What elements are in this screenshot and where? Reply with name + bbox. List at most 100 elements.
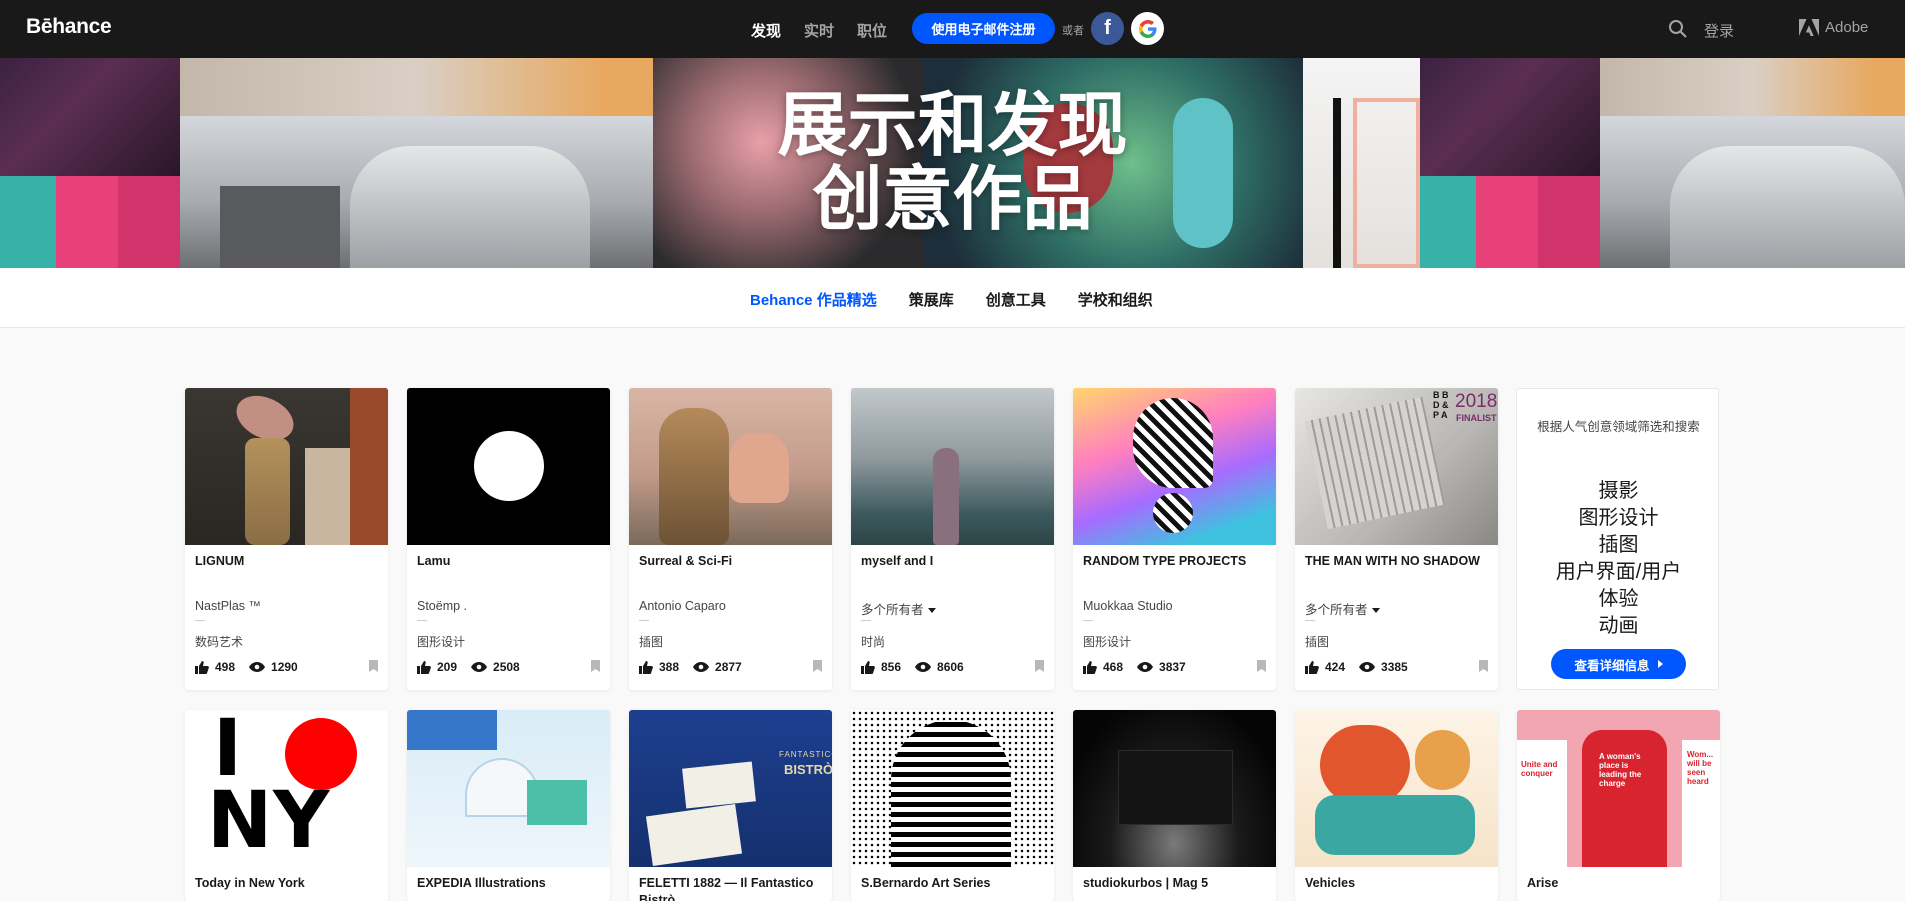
nav-live[interactable]: 实时 [804,20,834,41]
filter-intro-text: 根据人气创意领域筛选和搜索 [1537,420,1700,434]
cover-shape [891,720,1011,867]
search-icon[interactable] [1668,19,1688,39]
cover-shape [305,448,350,545]
bookmark-icon[interactable] [591,660,600,672]
project-title[interactable]: LIGNUM [195,553,381,570]
login-link[interactable]: 登录 [1704,20,1734,41]
bookmark-icon[interactable] [1257,660,1266,672]
project-cover-image[interactable] [1073,710,1276,867]
project-title[interactable]: Vehicles [1305,875,1491,892]
project-cover-image[interactable] [851,388,1054,545]
views-icon [1137,662,1154,672]
project-card[interactable]: Vehicles [1295,710,1498,901]
field-link-graphic-design[interactable]: 图形设计 [1517,505,1720,532]
project-title[interactable]: Arise [1527,875,1713,892]
project-card[interactable]: myself and I 多个所有者 时尚 856 8606 [851,388,1054,690]
project-title[interactable]: Today in New York [195,875,381,892]
project-field[interactable]: 插图 [1305,633,1329,650]
project-field[interactable]: 时尚 [861,633,885,650]
behance-logo[interactable]: Bēhance [26,15,112,39]
project-card[interactable]: EXPEDIA Illustrations [407,710,610,901]
project-card[interactable]: I N Y Today in New York [185,710,388,901]
view-details-button[interactable]: 查看详细信息 [1551,649,1686,679]
project-cover-image[interactable] [185,388,388,545]
project-title[interactable]: myself and I [861,553,1047,570]
project-owner[interactable]: NastPlas ™ [195,599,261,613]
nav-jobs[interactable]: 职位 [857,20,887,41]
bookmark-icon[interactable] [813,660,822,672]
tab-behance-featured[interactable]: Behance 作品精选 [750,289,877,310]
project-cover-image[interactable] [629,388,832,545]
project-stats: 209 2508 [417,660,520,674]
google-signup-button[interactable] [1131,12,1164,45]
tab-schools-orgs[interactable]: 学校和组织 [1078,289,1153,310]
project-card[interactable]: RANDOM TYPE PROJECTS Muokkaa Studio 图形设计… [1073,388,1276,690]
appreciation-count: 388 [659,660,680,674]
project-cover-image[interactable] [407,710,610,867]
project-owner-menu[interactable]: 多个所有者 [1305,599,1380,618]
tab-curated-galleries[interactable]: 策展库 [909,289,954,310]
or-label: 或者 [1062,25,1084,37]
google-icon [1138,19,1156,38]
field-link-illustration[interactable]: 插图 [1517,532,1720,559]
project-owner-menu[interactable]: 多个所有者 [861,599,936,618]
project-field[interactable]: 图形设计 [417,633,465,650]
cover-circle-shape [474,431,544,501]
project-cover-image[interactable]: FANTASTICO BISTRÒ [629,710,832,867]
facebook-signup-button[interactable]: f [1091,12,1124,45]
project-title[interactable]: RANDOM TYPE PROJECTS [1083,553,1269,570]
project-cover-image[interactable]: B B D & P A 2018 FINALIST [1295,388,1498,545]
field-link-ui-ux[interactable]: 用户界面/用户 [1517,559,1720,586]
project-card[interactable]: LIGNUM NastPlas ™ 数码艺术 498 1290 [185,388,388,690]
project-owner[interactable]: Muokkaa Studio [1083,599,1173,613]
project-title[interactable]: THE MAN WITH NO SHADOW [1305,553,1491,570]
ny-letter: N [207,776,273,866]
project-field[interactable]: 图形设计 [1083,633,1131,650]
project-cover-image[interactable] [1073,388,1276,545]
bookmark-icon[interactable] [1035,660,1044,672]
project-title[interactable]: Surreal & Sci-Fi [639,553,825,570]
project-field[interactable]: 插图 [639,633,663,650]
project-cover-image[interactable] [851,710,1054,867]
project-card[interactable]: B B D & P A 2018 FINALIST THE MAN WITH N… [1295,388,1498,690]
views-icon [693,662,710,672]
project-cover-image[interactable] [1295,710,1498,867]
field-link-photography[interactable]: 摄影 [1517,478,1720,505]
project-card[interactable]: FANTASTICO BISTRÒ FELETTI 1882 — Il Fant… [629,710,832,901]
bookmark-icon[interactable] [1479,660,1488,672]
adobe-link[interactable]: Adobe [1799,19,1868,36]
project-card[interactable]: Lamu Stoëmp . 图形设计 209 2508 [407,388,610,690]
project-field[interactable]: 数码艺术 [195,633,243,650]
badge-text: A [1441,410,1448,420]
project-card[interactable]: studiokurbos | Mag 5 [1073,710,1276,901]
project-card[interactable]: S.Bernardo Art Series [851,710,1054,901]
email-signup-button[interactable]: 使用电子邮件注册 [912,13,1055,44]
views-icon [1359,662,1376,672]
cover-shirt-shape [1582,730,1667,867]
project-title[interactable]: S.Bernardo Art Series [861,875,1047,892]
field-link-ux-cont[interactable]: 体验 [1517,586,1720,613]
project-card[interactable]: Surreal & Sci-Fi Antonio Caparo 插图 388 2… [629,388,832,690]
cover-shape [1133,398,1213,488]
project-card[interactable]: Unite and conquer A woman's place is lea… [1517,710,1720,901]
project-cover-image[interactable]: Unite and conquer A woman's place is lea… [1517,710,1720,867]
project-title[interactable]: studiokurbos | Mag 5 [1083,875,1269,892]
hero-title-line-2: 创意作品 [812,158,1093,240]
nav-discover[interactable]: 发现 [751,20,781,41]
bookmark-icon[interactable] [369,660,378,672]
cover-shape [1320,725,1410,805]
badge-text: & [1442,400,1449,410]
project-cover-image[interactable]: I N Y [185,710,388,867]
badge-text: B [1433,390,1440,400]
adobe-icon [1799,19,1819,36]
project-owner[interactable]: Stoëmp . [417,599,467,613]
field-link-animation[interactable]: 动画 [1517,613,1720,640]
project-title[interactable]: EXPEDIA Illustrations [417,875,603,892]
appreciate-icon [417,660,431,674]
project-title[interactable]: FELETTI 1882 — Il Fantastico Bistrò [639,875,825,901]
cover-shape [407,710,497,750]
project-title[interactable]: Lamu [417,553,603,570]
project-owner[interactable]: Antonio Caparo [639,599,726,613]
project-cover-image[interactable] [407,388,610,545]
tab-creative-tools[interactable]: 创意工具 [986,289,1046,310]
